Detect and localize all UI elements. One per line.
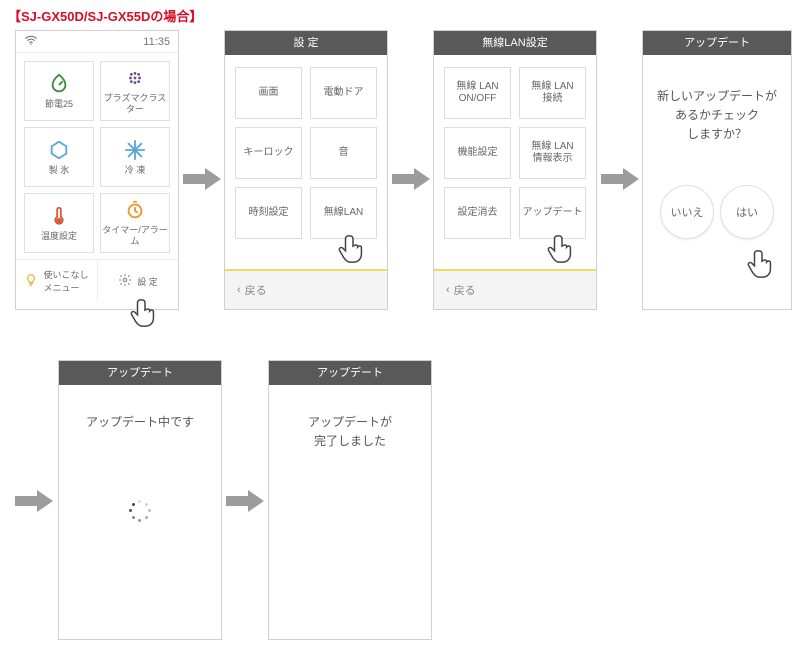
back-button[interactable]: ‹ 戻る — [434, 269, 596, 309]
tile-label: 冷 凍 — [125, 165, 146, 176]
tile-temp[interactable]: 温度設定 — [24, 193, 94, 253]
chevron-left-icon: ‹ — [237, 284, 241, 296]
tile-ion[interactable]: プラズマクラスター — [100, 61, 170, 121]
tile-eco[interactable]: 節電25 — [24, 61, 94, 121]
btn-clock[interactable]: 時刻設定 — [235, 187, 302, 239]
no-button[interactable]: いいえ — [660, 185, 714, 239]
yes-button[interactable]: はい — [720, 185, 774, 239]
btn-wlan-onoff[interactable]: 無線 LAN ON/OFF — [444, 67, 511, 119]
back-button[interactable]: ‹ 戻る — [225, 269, 387, 309]
tile-label: プラズマクラスター — [101, 93, 169, 115]
btn-function[interactable]: 機能設定 — [444, 127, 511, 179]
btn-sound[interactable]: 音 — [310, 127, 377, 179]
status-bar: 11:35 — [16, 31, 178, 53]
updating-screen: アップデート アップデート中です — [58, 360, 222, 640]
wlan-settings-screen: 無線LAN設定 無線 LAN ON/OFF 無線 LAN 接続 機能設定 無線 … — [433, 30, 597, 310]
update-done-screen: アップデート アップデートが 完了しました — [268, 360, 432, 640]
done-message: アップデートが 完了しました — [277, 413, 423, 451]
btn-keylock[interactable]: キーロック — [235, 127, 302, 179]
tile-label: 製 氷 — [49, 165, 70, 176]
btn-display[interactable]: 画面 — [235, 67, 302, 119]
btn-update[interactable]: アップデート — [519, 187, 586, 239]
wifi-icon — [24, 33, 38, 50]
screen-header: アップデート — [643, 31, 791, 55]
btn-wlan-connect[interactable]: 無線 LAN 接続 — [519, 67, 586, 119]
page-title: 【SJ-GX50D/SJ-GX55Dの場合】 — [8, 6, 202, 25]
gear-icon — [118, 273, 132, 289]
clock: 11:35 — [143, 36, 170, 48]
menu-label: 設 定 — [137, 275, 158, 288]
chevron-left-icon: ‹ — [446, 284, 450, 296]
settings-screen: 設 定 画面 電動ドア キーロック 音 時刻設定 無線LAN ‹ 戻る — [224, 30, 388, 310]
btn-reset[interactable]: 設定消去 — [444, 187, 511, 239]
tile-timer[interactable]: タイマー/アラーム — [100, 193, 170, 253]
tile-label: 温度設定 — [41, 231, 77, 242]
lightbulb-icon — [24, 273, 38, 289]
update-confirm-screen: アップデート 新しいアップデートが あるかチェック しますか？ いいえ はい — [642, 30, 792, 310]
confirm-message: 新しいアップデートが あるかチェック しますか？ — [651, 87, 783, 145]
screen-header: アップデート — [59, 361, 221, 385]
screen-header: アップデート — [269, 361, 431, 385]
arrow-icon — [183, 168, 221, 190]
tile-label: 節電25 — [45, 99, 73, 110]
arrow-icon — [601, 168, 639, 190]
spinner-icon — [129, 500, 151, 522]
tips-menu-item[interactable]: 使いこなし メニュー — [16, 260, 97, 302]
btn-autodoor[interactable]: 電動ドア — [310, 67, 377, 119]
arrow-icon — [15, 490, 53, 512]
btn-wlan[interactable]: 無線LAN — [310, 187, 377, 239]
settings-menu-item[interactable]: 設 定 — [97, 260, 178, 302]
back-label: 戻る — [245, 282, 267, 298]
tile-label: タイマー/アラーム — [101, 225, 169, 247]
back-label: 戻る — [454, 282, 476, 298]
btn-wlan-info[interactable]: 無線 LAN 情報表示 — [519, 127, 586, 179]
home-screen: 11:35 節電25 プラズマクラスター 製 氷 冷 凍 温度設定 タイマー/ア… — [15, 30, 179, 310]
tile-ice[interactable]: 製 氷 — [24, 127, 94, 187]
screen-header: 無線LAN設定 — [434, 31, 596, 55]
menu-label: 使いこなし メニュー — [43, 268, 88, 294]
updating-message: アップデート中です — [67, 413, 213, 432]
tile-freeze[interactable]: 冷 凍 — [100, 127, 170, 187]
arrow-icon — [392, 168, 430, 190]
arrow-icon — [226, 490, 264, 512]
screen-header: 設 定 — [225, 31, 387, 55]
